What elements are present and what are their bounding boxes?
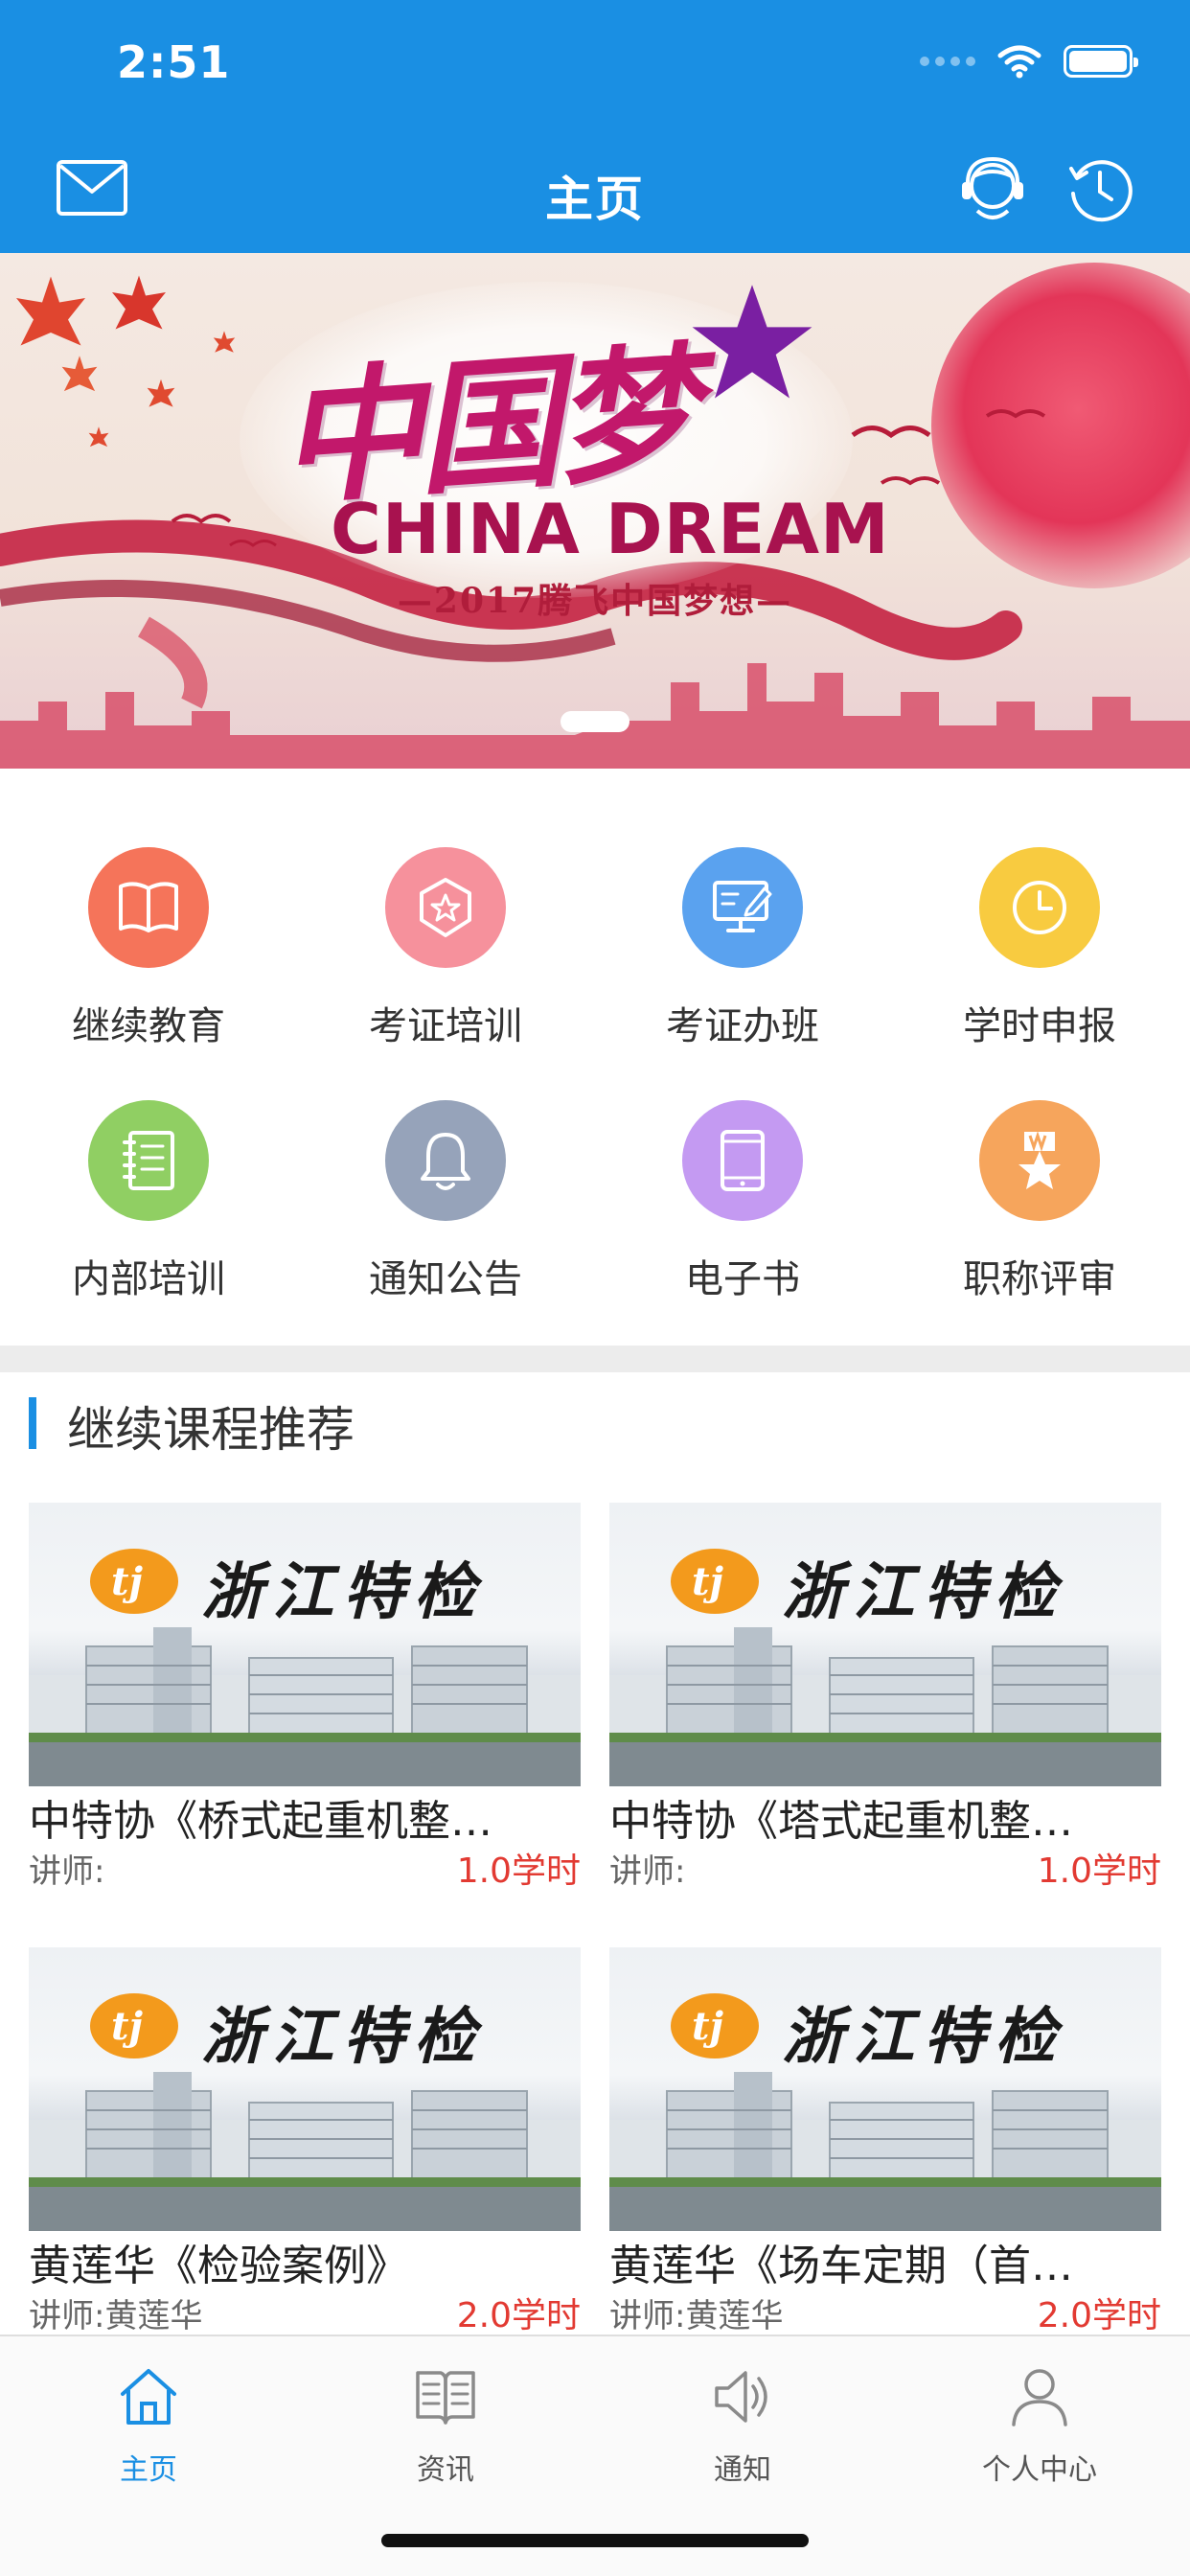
- history-clock-icon[interactable]: [1065, 155, 1134, 224]
- course-teacher: 讲师:黄莲华: [29, 2297, 203, 2335]
- notebook-icon: [88, 1100, 209, 1221]
- course-title: 中特协《塔式起重机整…: [609, 1797, 1073, 1846]
- tab-notifications[interactable]: 通知: [594, 2363, 891, 2488]
- maple-leaf-icon: [16, 276, 85, 346]
- menu-item-hours-report[interactable]: 学时申报: [891, 847, 1188, 1087]
- banner-carousel[interactable]: 中国梦 CHINA DREAM —2017腾飞中国梦想—: [0, 253, 1190, 769]
- person-icon: [1012, 2369, 1067, 2426]
- course-title: 黄莲华《检验案例》: [29, 2242, 408, 2290]
- tab-label: 通知: [714, 2453, 771, 2487]
- monitor-pen-icon: [682, 847, 803, 968]
- course-teacher: 讲师:: [29, 1852, 105, 1891]
- top-header: 2:51 主页: [0, 0, 1190, 253]
- banner-english-title: CHINA DREAM: [331, 489, 890, 569]
- course-hours: 2.0学时: [456, 2296, 581, 2335]
- customer-service-icon[interactable]: [958, 153, 1027, 224]
- course-thumbnail: tj 浙江特检: [29, 1947, 581, 2231]
- feature-grid: 继续教育 考证培训 考证办班 学时申报 内部培训 通知公告 电子书 职称评审: [0, 769, 1190, 1344]
- bell-icon: [385, 1100, 506, 1221]
- book-icon: [88, 847, 209, 968]
- menu-item-label: 学时申报: [963, 1004, 1116, 1048]
- tab-label: 资讯: [417, 2453, 474, 2487]
- menu-item-notices[interactable]: 通知公告: [297, 1100, 594, 1340]
- maple-leaf-icon: [88, 426, 109, 448]
- section-divider: [0, 1346, 1190, 1372]
- medal-star-icon: [979, 1100, 1100, 1221]
- wifi-icon: [997, 45, 1041, 79]
- course-hours: 1.0学时: [1037, 1852, 1161, 1891]
- course-thumbnail: tj 浙江特检: [609, 1503, 1161, 1786]
- carousel-indicator[interactable]: [561, 711, 629, 732]
- menu-item-label: 考证培训: [369, 1004, 522, 1048]
- menu-item-label: 考证办班: [666, 1004, 819, 1048]
- menu-item-cert-training[interactable]: 考证培训: [297, 847, 594, 1087]
- bottom-tab-bar: 主页 资讯 通知 个人中心: [0, 2334, 1190, 2576]
- thumbnail-brand-text: 浙江特检: [201, 1556, 485, 1628]
- course-teacher: 讲师:黄莲华: [609, 2297, 784, 2335]
- tab-profile[interactable]: 个人中心: [891, 2363, 1188, 2488]
- star-icon: [692, 285, 812, 399]
- clock-icon: [979, 847, 1100, 968]
- menu-item-label: 继续教育: [72, 1004, 225, 1048]
- tablet-icon: [682, 1100, 803, 1221]
- speaker-icon: [715, 2371, 767, 2423]
- svg-text:tj: tj: [692, 1559, 723, 1604]
- maple-leaf-icon: [147, 379, 175, 407]
- banner-subtitle: —2017腾飞中国梦想—: [397, 581, 793, 621]
- tab-label: 个人中心: [982, 2453, 1097, 2487]
- battery-icon: [1064, 45, 1138, 78]
- menu-item-label: 电子书: [685, 1257, 800, 1301]
- open-book-icon: [416, 2371, 475, 2425]
- maple-leaf-icon: [61, 356, 98, 392]
- course-meta: 讲师: 1.0学时: [29, 1850, 581, 1894]
- menu-item-internal-training[interactable]: 内部培训: [0, 1100, 297, 1340]
- menu-item-label: 通知公告: [369, 1257, 522, 1301]
- cellular-signal-icon: [920, 57, 975, 66]
- badge-star-icon: [385, 847, 506, 968]
- svg-text:tj: tj: [111, 2004, 143, 2049]
- section-accent-bar: [29, 1397, 36, 1449]
- menu-item-label: 内部培训: [72, 1257, 225, 1301]
- course-teacher: 讲师:: [609, 1852, 686, 1891]
- section-title: 继续课程推荐: [67, 1402, 355, 1458]
- course-hours: 1.0学时: [456, 1852, 581, 1891]
- course-title: 中特协《桥式起重机整…: [29, 1797, 492, 1846]
- city-skyline-decoration: [0, 663, 1190, 769]
- course-card[interactable]: tj 浙江特检 中特协《桥式起重机整… 讲师: 1.0学时: [29, 1503, 581, 1894]
- tab-label: 主页: [120, 2453, 177, 2487]
- status-time: 2:51: [117, 36, 231, 88]
- course-card[interactable]: tj 浙江特检 中特协《塔式起重机整… 讲师: 1.0学时: [609, 1503, 1161, 1894]
- thumbnail-brand-text: 浙江特检: [782, 1556, 1065, 1628]
- menu-item-title-review[interactable]: 职称评审: [891, 1100, 1188, 1340]
- tab-news[interactable]: 资讯: [297, 2363, 594, 2488]
- svg-text:tj: tj: [111, 1559, 143, 1604]
- tab-home[interactable]: 主页: [0, 2363, 297, 2488]
- svg-text:tj: tj: [692, 2004, 723, 2049]
- course-meta: 讲师:黄莲华 2.0学时: [609, 2294, 1161, 2338]
- course-title: 黄莲华《场车定期（首…: [609, 2242, 1073, 2290]
- course-card[interactable]: tj 浙江特检 黄莲华《检验案例》 讲师:黄莲华 2.0学时: [29, 1947, 581, 2338]
- thumbnail-brand-text: 浙江特检: [201, 2001, 485, 2073]
- course-thumbnail: tj 浙江特检: [29, 1503, 581, 1786]
- course-meta: 讲师:黄莲华 2.0学时: [29, 2294, 581, 2338]
- menu-item-continuing-education[interactable]: 继续教育: [0, 847, 297, 1087]
- thumbnail-brand-text: 浙江特检: [782, 2001, 1065, 2073]
- status-indicators: [920, 44, 1138, 79]
- course-thumbnail: tj 浙江特检: [609, 1947, 1161, 2231]
- maple-leaf-icon: [112, 275, 166, 330]
- menu-item-cert-class[interactable]: 考证办班: [594, 847, 891, 1087]
- home-icon: [121, 2369, 176, 2425]
- course-meta: 讲师: 1.0学时: [609, 1850, 1161, 1894]
- menu-item-ebook[interactable]: 电子书: [594, 1100, 891, 1340]
- birds-decoration: [171, 514, 277, 547]
- home-indicator[interactable]: [381, 2534, 809, 2547]
- birds-decoration: [851, 409, 1046, 486]
- maple-leaf-icon: [213, 331, 236, 353]
- menu-item-label: 职称评审: [963, 1257, 1116, 1301]
- course-hours: 2.0学时: [1037, 2296, 1161, 2335]
- course-card[interactable]: tj 浙江特检 黄莲华《场车定期（首… 讲师:黄莲华 2.0学时: [609, 1947, 1161, 2338]
